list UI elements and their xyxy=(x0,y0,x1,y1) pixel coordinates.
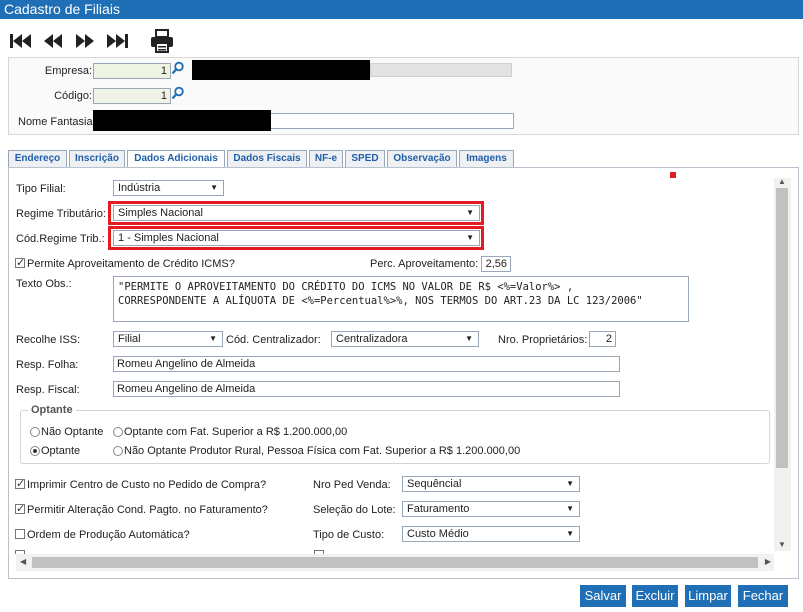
cod-regime-label: Cód.Regime Trib.: xyxy=(16,233,105,245)
regime-tributario-value: Simples Nacional xyxy=(118,207,203,219)
radio-nao-optante-rural-label: Não Optante Produtor Rural, Pessoa Físic… xyxy=(124,445,521,457)
cod-regime-select[interactable]: 1 - Simples Nacional ▼ xyxy=(113,230,480,246)
tipo-custo-select[interactable]: Custo Médio ▼ xyxy=(402,526,580,542)
selecao-lote-value: Faturamento xyxy=(407,503,470,515)
excluir-button[interactable]: Excluir xyxy=(632,585,678,607)
next-record-icon[interactable] xyxy=(74,30,96,52)
codigo-search-icon[interactable] xyxy=(171,86,185,103)
scroll-left-icon[interactable]: ◀ xyxy=(20,557,26,566)
imprimir-centro-label: Imprimir Centro de Custo no Pedido de Co… xyxy=(27,479,267,491)
recolhe-iss-value: Filial xyxy=(118,333,141,345)
nome-fantasia-redacted xyxy=(93,110,271,131)
vertical-scrollbar[interactable]: ▲ ▼ xyxy=(774,177,791,551)
window-title: Cadastro de Filiais xyxy=(0,0,803,19)
fechar-button[interactable]: Fechar xyxy=(738,585,788,607)
tab-sped[interactable]: SPED xyxy=(345,150,385,167)
cod-centralizador-value: Centralizadora xyxy=(336,333,408,345)
horizontal-scroll-thumb[interactable] xyxy=(32,557,758,568)
dropdown-arrow-icon: ▼ xyxy=(465,334,473,343)
codigo-field[interactable]: 1 xyxy=(93,88,171,104)
radio-nao-optante-rural[interactable] xyxy=(113,446,123,456)
codigo-label: Código: xyxy=(54,90,92,102)
tab-imagens[interactable]: Imagens xyxy=(459,150,514,167)
imprimir-centro-checkbox[interactable] xyxy=(15,477,25,490)
cod-centralizador-label: Cód. Centralizador: xyxy=(226,334,321,346)
empresa-name-field xyxy=(370,63,512,77)
empresa-name-redacted xyxy=(192,60,370,80)
nro-proprietarios-field[interactable]: 2 xyxy=(589,331,616,347)
empresa-search-icon[interactable] xyxy=(171,61,185,78)
radio-optante-label: Optante xyxy=(41,445,81,457)
recolhe-iss-select[interactable]: Filial ▼ xyxy=(113,331,223,347)
permitir-alteracao-label: Permitir Alteração Cond. Pagto. no Fatur… xyxy=(27,504,268,516)
optante-legend: Optante xyxy=(28,404,76,416)
tab-observacao[interactable]: Observação xyxy=(387,150,457,167)
resp-fiscal-value: Romeu Angelino de Almeida xyxy=(117,383,256,395)
nro-ped-venda-label: Nro Ped Venda: xyxy=(313,479,391,491)
dropdown-arrow-icon: ▼ xyxy=(566,529,574,538)
permite-aproveitamento-label: Permite Aproveitamento de Crédito ICMS? xyxy=(27,258,235,270)
tipo-filial-select[interactable]: Indústria ▼ xyxy=(113,180,224,196)
nro-proprietarios-label: Nro. Proprietários: xyxy=(498,334,588,346)
horizontal-scrollbar[interactable]: ◀ ▶ xyxy=(16,554,774,571)
dropdown-arrow-icon: ▼ xyxy=(210,183,218,192)
salvar-button[interactable]: Salvar xyxy=(580,585,626,607)
tab-endereco[interactable]: Endereço xyxy=(8,150,67,167)
radio-nao-optante-label: Não Optante xyxy=(41,426,104,438)
cod-regime-value: 1 - Simples Nacional xyxy=(118,232,219,244)
tab-inscricao[interactable]: Inscrição xyxy=(69,150,125,167)
ordem-producao-label: Ordem de Produção Automática? xyxy=(27,529,190,541)
permitir-alteracao-checkbox[interactable] xyxy=(15,502,25,515)
recolhe-iss-label: Recolhe ISS: xyxy=(16,334,81,346)
radio-optante-fat[interactable] xyxy=(113,427,123,437)
selecao-lote-select[interactable]: Faturamento ▼ xyxy=(402,501,580,517)
dropdown-arrow-icon: ▼ xyxy=(466,208,474,217)
tipo-custo-value: Custo Médio xyxy=(407,528,469,540)
nome-fantasia-label: Nome Fantasia xyxy=(18,116,93,128)
last-record-icon[interactable] xyxy=(105,30,129,52)
resp-fiscal-field[interactable]: Romeu Angelino de Almeida xyxy=(113,381,620,397)
tipo-custo-label: Tipo de Custo: xyxy=(313,529,385,541)
tipo-filial-value: Indústria xyxy=(118,182,161,194)
dropdown-arrow-icon: ▼ xyxy=(209,334,217,343)
scroll-up-icon[interactable]: ▲ xyxy=(778,177,786,186)
regime-tributario-select[interactable]: Simples Nacional ▼ xyxy=(113,205,480,221)
permite-aproveitamento-checkbox[interactable] xyxy=(15,256,25,269)
selecao-lote-label: Seleção do Lote: xyxy=(313,504,396,516)
texto-obs-label: Texto Obs.: xyxy=(16,278,72,290)
perc-aproveitamento-label: Perc. Aproveitamento: xyxy=(370,258,479,270)
tab-dados-fiscais[interactable]: Dados Fiscais xyxy=(227,150,307,167)
perc-aproveitamento-field[interactable]: 2,56 xyxy=(481,256,511,272)
empresa-field[interactable]: 1 xyxy=(93,63,171,79)
radio-optante[interactable] xyxy=(30,446,40,456)
vertical-scroll-thumb[interactable] xyxy=(776,188,788,468)
red-marker xyxy=(670,172,676,178)
ordem-producao-checkbox[interactable] xyxy=(15,529,25,539)
tab-dados-adicionais[interactable]: Dados Adicionais xyxy=(127,150,225,168)
print-icon[interactable] xyxy=(149,28,175,54)
radio-nao-optante[interactable] xyxy=(30,427,40,437)
empresa-label: Empresa: xyxy=(44,65,92,77)
dropdown-arrow-icon: ▼ xyxy=(566,479,574,488)
resp-folha-field[interactable]: Romeu Angelino de Almeida xyxy=(113,356,620,372)
limpar-button[interactable]: Limpar xyxy=(685,585,731,607)
nro-ped-venda-value: Sequêncial xyxy=(407,478,462,490)
scroll-down-icon[interactable]: ▼ xyxy=(778,540,786,549)
texto-obs-textarea[interactable]: "PERMITE O APROVEITAMENTO DO CRÉDITO DO … xyxy=(113,276,689,322)
resp-folha-label: Resp. Folha: xyxy=(16,359,79,371)
radio-optante-fat-label: Optante com Fat. Superior a R$ 1.200.000… xyxy=(124,426,348,438)
first-record-icon[interactable] xyxy=(9,30,33,52)
nro-ped-venda-select[interactable]: Sequêncial ▼ xyxy=(402,476,580,492)
scroll-right-icon[interactable]: ▶ xyxy=(765,557,771,566)
resp-fiscal-label: Resp. Fiscal: xyxy=(16,384,80,396)
dropdown-arrow-icon: ▼ xyxy=(466,233,474,242)
dropdown-arrow-icon: ▼ xyxy=(566,504,574,513)
cod-centralizador-select[interactable]: Centralizadora ▼ xyxy=(331,331,479,347)
regime-tributario-label: Regime Tributário: xyxy=(16,208,106,220)
tab-nfe[interactable]: NF-e xyxy=(309,150,343,167)
previous-record-icon[interactable] xyxy=(42,30,64,52)
tipo-filial-label: Tipo Filial: xyxy=(16,183,66,195)
